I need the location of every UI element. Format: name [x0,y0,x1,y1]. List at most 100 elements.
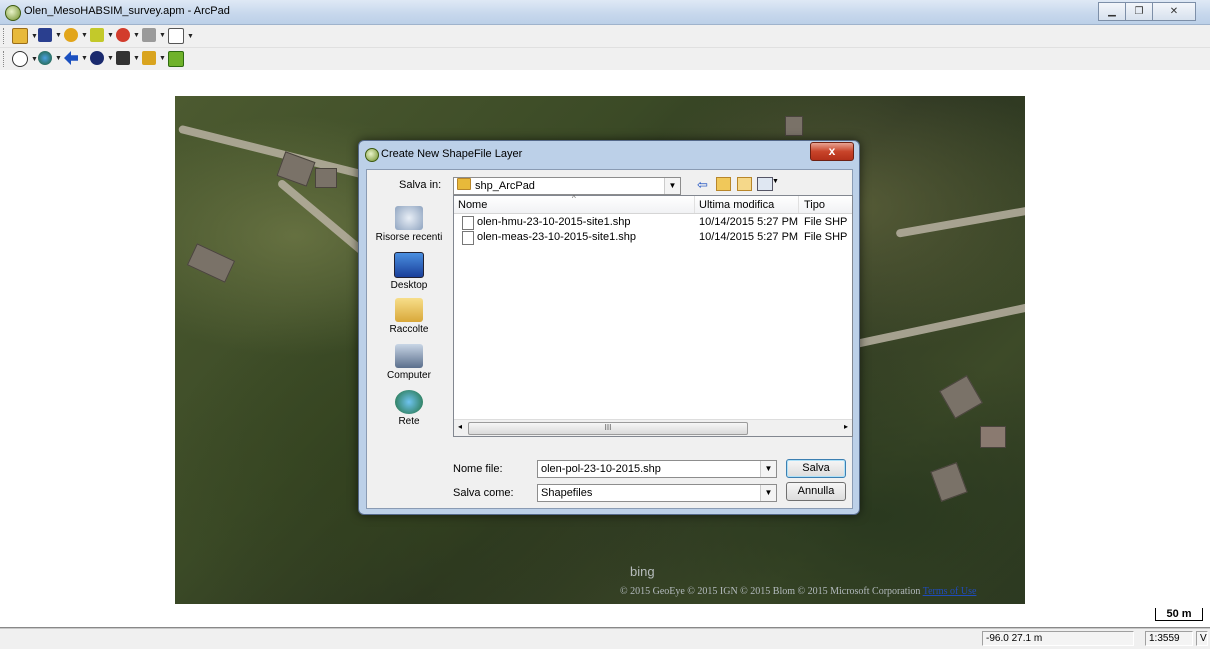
computer-icon [395,344,423,368]
file-modified: 10/14/2015 5:27 PM [699,216,799,228]
building [785,116,803,136]
folder-icon [457,178,471,190]
measure-icon [142,51,156,65]
binoculars-icon [116,51,130,65]
back-arrow-icon[interactable]: ⇦ [697,177,708,193]
file-type: File SHP [804,216,848,228]
identify-button[interactable]: ▼ [90,51,114,65]
add-layer-icon [64,28,78,42]
column-divider[interactable] [694,196,695,213]
identify-icon [90,51,104,65]
network-globe-icon [395,390,423,414]
scale-bar: 50 m [1155,608,1203,621]
filename-label: Nome file: [453,463,503,475]
scroll-right-icon[interactable]: ▸ [844,422,848,431]
place-recent[interactable]: Risorse recenti [367,206,451,243]
column-modified[interactable]: Ultima modifica [699,199,774,211]
help-icon [168,28,184,44]
add-layer-button[interactable]: ▼ [64,28,88,42]
scroll-left-icon[interactable]: ◂ [458,422,462,431]
chevron-down-icon[interactable]: ▼ [664,178,680,194]
column-name[interactable]: Nome [458,199,487,211]
building [939,375,983,419]
save-button[interactable]: ▼ [38,28,62,42]
save-in-combo[interactable]: shp_ArcPad ▼ [453,177,681,195]
column-type[interactable]: Tipo [804,199,825,211]
edit-button[interactable]: ▼ [90,28,114,42]
up-folder-icon[interactable] [716,177,731,191]
chevron-down-icon[interactable]: ▼ [760,485,776,501]
view-menu-icon[interactable] [757,177,773,191]
gps-icon [116,28,130,42]
coordinates-readout: -96.0 27.1 m [982,631,1134,646]
back-button[interactable]: ▼ [64,51,88,65]
road [836,298,1025,352]
file-icon [462,216,474,230]
filename-value: olen-pol-23-10-2015.shp [541,463,661,475]
toolbar-grip[interactable] [3,28,7,44]
find-button[interactable]: ▼ [116,51,140,65]
building [930,462,968,502]
maximize-icon[interactable]: ❐ [1125,2,1153,21]
open-button[interactable]: ▼ [12,28,38,44]
place-computer[interactable]: Computer [367,344,451,381]
title-bar: Olen_MesoHABSIM_survey.apm - ArcPad ▁ ❐ … [0,0,1210,25]
bing-watermark: bing [630,564,655,579]
help-button[interactable]: ▼ [168,28,194,44]
arcpad-app-icon [5,5,21,21]
save-button[interactable]: Salva [786,459,846,478]
save-in-value: shp_ArcPad [475,180,535,192]
close-icon[interactable]: ✕ [1152,2,1196,21]
terms-of-use-link[interactable]: Terms of Use [923,586,977,597]
cancel-button[interactable]: Annulla [786,482,846,501]
building [186,243,236,283]
zoom-in-button[interactable]: ▼ [12,51,38,67]
road [895,202,1025,238]
scrollbar-thumb[interactable]: III [468,422,748,435]
chevron-down-icon[interactable]: ▼ [772,178,779,185]
main-toolbar: ▼ ▼ ▼ ▼ ▼ ▼ ▼ [0,25,1210,48]
place-libraries[interactable]: Raccolte [367,298,451,335]
place-label: Computer [387,370,431,381]
tools-icon [142,28,156,42]
desktop-icon [394,252,424,278]
place-desktop[interactable]: Desktop [367,252,451,291]
column-divider[interactable] [798,196,799,213]
minimize-icon[interactable]: ▁ [1098,2,1126,21]
file-list[interactable]: Nome ^ Ultima modifica Tipo olen-hmu-23-… [453,194,853,437]
globe-button[interactable]: ▼ [38,51,62,65]
window-controls: ▁ ❐ ✕ [1098,2,1196,21]
create-shapefile-dialog: Create New ShapeFile Layer x Salva in: s… [358,140,860,515]
mode-indicator: V [1196,631,1208,646]
filename-input[interactable]: olen-pol-23-10-2015.shp ▼ [537,460,777,478]
refresh-button[interactable] [168,51,184,67]
place-label: Desktop [390,280,428,291]
horizontal-scrollbar[interactable]: ◂ III ▸ [454,419,852,436]
place-label: Rete [398,416,420,427]
building [315,168,337,188]
dialog-close-button[interactable]: x [810,142,854,161]
tools-button[interactable]: ▼ [142,28,166,42]
gps-button[interactable]: ▼ [116,28,140,42]
scale-readout[interactable]: 1:3559 [1145,631,1193,646]
refresh-icon [168,51,184,67]
status-bar: -96.0 27.1 m 1:3559 V [0,628,1210,649]
file-row[interactable]: olen-hmu-23-10-2015-site1.shp 10/14/2015… [454,215,852,231]
recent-places-icon [395,206,423,230]
savetype-label: Salva come: [453,487,514,499]
file-row[interactable]: olen-meas-23-10-2015-site1.shp 10/14/201… [454,230,852,246]
place-network[interactable]: Rete [367,390,451,427]
window-title: Olen_MesoHABSIM_survey.apm - ArcPad [24,5,230,17]
savetype-select[interactable]: Shapefiles ▼ [537,484,777,502]
dialog-title: Create New ShapeFile Layer [381,148,523,160]
new-folder-icon[interactable] [737,177,752,191]
file-type: File SHP [804,231,848,243]
toolbar-grip[interactable] [3,51,7,67]
measure-button[interactable]: ▼ [142,51,166,65]
close-icon: x [828,144,836,158]
places-bar: Risorse recenti Desktop Raccolte Compute… [367,170,451,470]
file-list-header: Nome ^ Ultima modifica Tipo [454,194,852,214]
dialog-body: Salva in: shp_ArcPad ▼ ⇦ ▼ Risorse recen… [366,169,853,509]
chevron-down-icon[interactable]: ▼ [760,461,776,477]
map-copyright: © 2015 GeoEye © 2015 IGN © 2015 Blom © 2… [620,586,976,597]
